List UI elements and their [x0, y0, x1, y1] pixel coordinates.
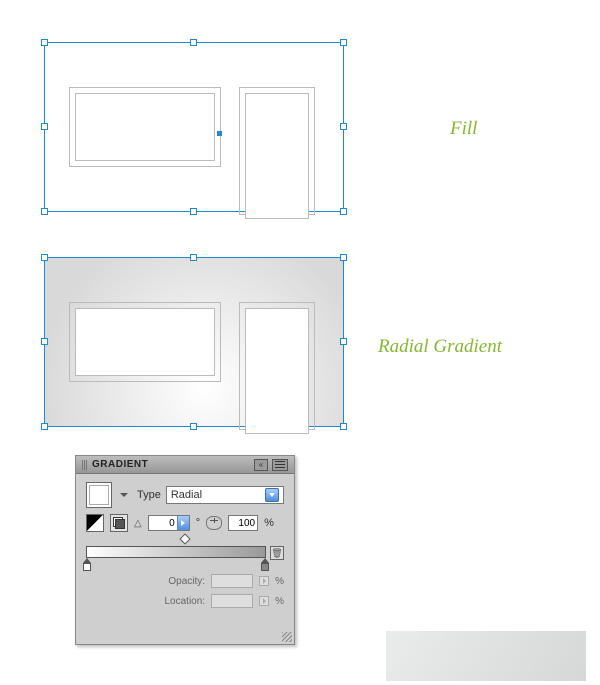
resize-grip-icon[interactable] [282, 632, 292, 642]
handle-t[interactable] [190, 254, 197, 261]
radial-gradient-label: Radial Gradient [378, 336, 502, 358]
angle-unit: ° [196, 517, 200, 529]
dropdown-arrow-icon[interactable] [120, 493, 128, 497]
type-value: Radial [171, 489, 202, 501]
location-input-disabled [211, 594, 253, 608]
door-frame-inner [245, 308, 309, 434]
tutorial-canvas: Fill Radial Gradient GRADIENT « Type [0, 0, 600, 685]
handle-tl[interactable] [41, 254, 48, 261]
handle-tr[interactable] [340, 39, 347, 46]
handle-bl[interactable] [41, 423, 48, 430]
type-row: Type Radial [86, 482, 284, 508]
handle-tr[interactable] [340, 254, 347, 261]
gradient-stop-left[interactable] [82, 558, 92, 571]
aspect-ratio-icon [206, 516, 222, 530]
handle-br[interactable] [340, 208, 347, 215]
fill-label: Fill [450, 118, 477, 140]
type-label: Type [137, 489, 161, 501]
location-row: Location: % [86, 594, 284, 608]
collapse-icon[interactable]: « [254, 459, 268, 471]
gradient-stop-right[interactable] [260, 558, 270, 571]
angle-aspect-row: △ ° % [86, 514, 284, 532]
opacity-label: Opacity: [155, 576, 205, 587]
handle-b[interactable] [190, 208, 197, 215]
midpoint-diamond[interactable] [179, 533, 190, 544]
type-dropdown[interactable]: Radial [166, 486, 284, 504]
gradient-panel-header[interactable]: GRADIENT « [76, 456, 294, 474]
handle-r[interactable] [340, 338, 347, 345]
angle-input[interactable] [149, 518, 177, 529]
aspect-field[interactable] [228, 515, 258, 531]
location-unit: % [275, 596, 284, 607]
panel-title: GRADIENT [92, 459, 148, 470]
handle-br[interactable] [340, 423, 347, 430]
window-frame-inner [75, 93, 215, 161]
opacity-row: Opacity: % [86, 574, 284, 588]
gradient-ramp[interactable]: 🗑 [86, 538, 284, 568]
aspect-unit: % [264, 517, 274, 529]
result-swatch [386, 631, 586, 681]
handle-tl[interactable] [41, 39, 48, 46]
trash-icon[interactable]: 🗑 [270, 546, 284, 560]
angle-icon: △ [134, 518, 142, 529]
reverse-gradient-icon[interactable] [86, 514, 104, 532]
aspect-input[interactable] [229, 518, 257, 529]
handle-l[interactable] [41, 123, 48, 130]
handle-r[interactable] [340, 123, 347, 130]
selection-box-fill[interactable] [44, 42, 344, 212]
location-stepper-disabled [259, 596, 269, 606]
panel-menu-icon[interactable] [272, 459, 288, 471]
selection-box-gradient[interactable] [44, 257, 344, 427]
swap-fill-stroke-icon[interactable] [110, 514, 128, 532]
dropdown-toggle-icon[interactable] [265, 488, 279, 502]
handle-bl[interactable] [41, 208, 48, 215]
door-frame-inner [245, 93, 309, 219]
opacity-unit: % [275, 576, 284, 587]
grip-icon[interactable] [82, 460, 88, 470]
angle-stepper-icon[interactable] [177, 516, 189, 530]
opacity-stepper-disabled [259, 576, 269, 586]
location-label: Location: [155, 596, 205, 607]
handle-l[interactable] [41, 338, 48, 345]
handle-b[interactable] [190, 423, 197, 430]
window-frame-inner [75, 308, 215, 376]
gradient-bar[interactable] [86, 546, 266, 558]
gradient-panel[interactable]: GRADIENT « Type Radial △ [75, 455, 295, 645]
center-anchor [217, 131, 222, 136]
handle-t[interactable] [190, 39, 197, 46]
gradient-swatch[interactable] [86, 482, 112, 508]
gradient-panel-body: Type Radial △ ° % [76, 474, 294, 618]
angle-field[interactable] [148, 515, 190, 531]
opacity-input-disabled [211, 574, 253, 588]
